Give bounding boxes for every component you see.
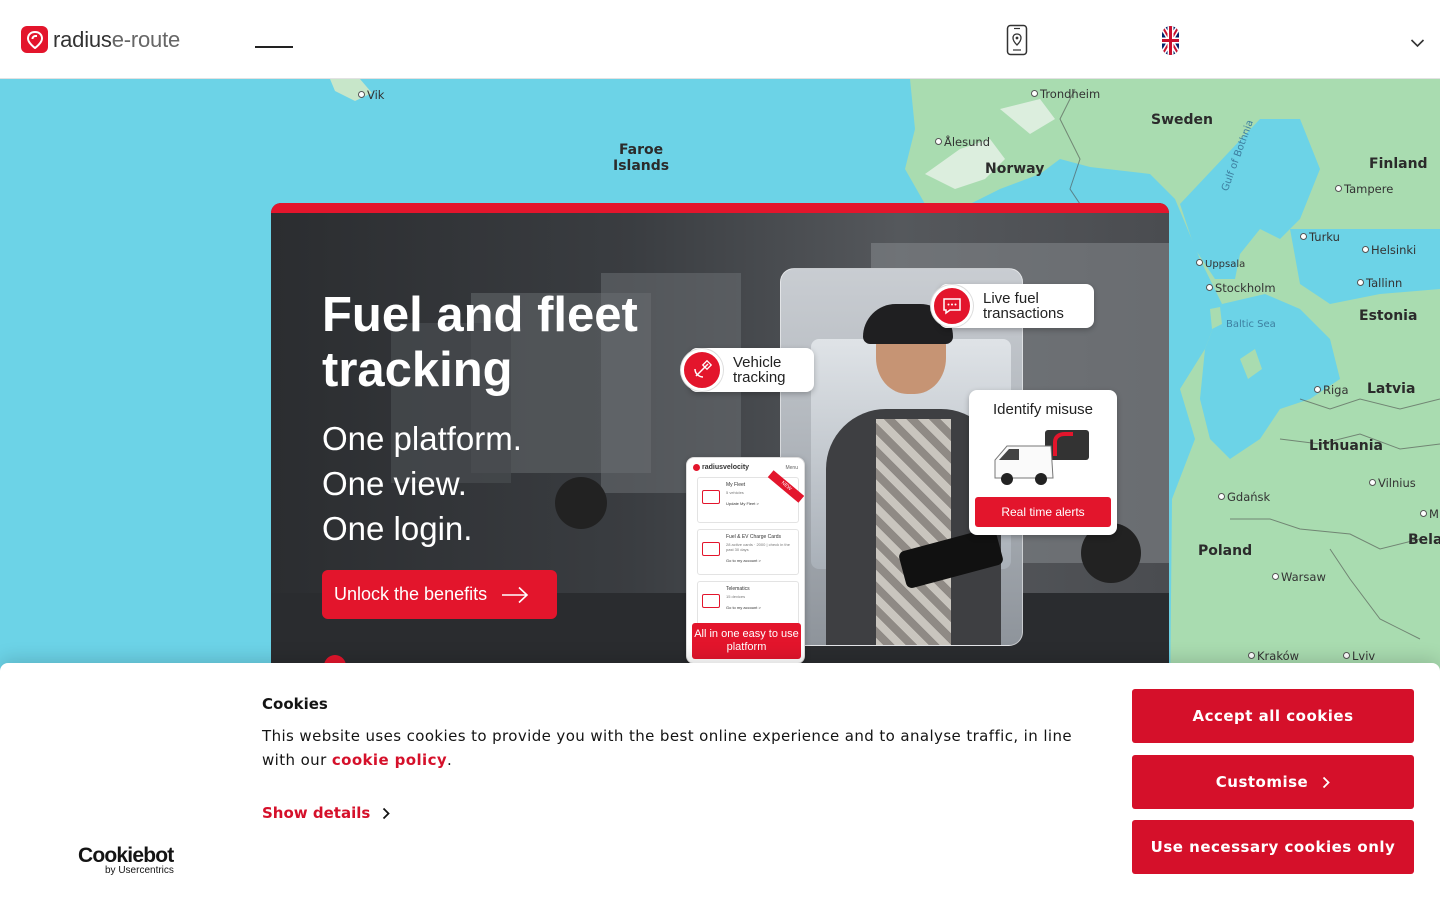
radius-logo-icon <box>693 464 700 471</box>
map-city-warsaw: Warsaw <box>1272 570 1326 584</box>
van-card-icon <box>994 430 1089 485</box>
map-city-helsinki: Helsinki <box>1362 243 1416 257</box>
accept-all-cookies-button[interactable]: Accept all cookies <box>1132 689 1414 743</box>
hero-card: Fuel and fleet tracking One platform. On… <box>271 203 1169 673</box>
map-country-belarus: Bela <box>1408 532 1440 548</box>
map-water-baltic-sea: Baltic Sea <box>1226 319 1276 330</box>
phone-location-icon[interactable] <box>1006 24 1028 60</box>
app-row-link: Go to my account > <box>726 558 761 563</box>
accept-all-label: Accept all cookies <box>1192 707 1354 725</box>
app-menu: Menu <box>785 464 798 471</box>
cookie-title: Cookies <box>262 695 328 713</box>
map-city-tallinn: Tallinn <box>1357 276 1402 290</box>
map-city-riga: Riga <box>1314 383 1349 397</box>
app-preview-card: radiusvelocity Menu My Fleet 5 vehicles … <box>686 457 805 664</box>
map-city-turku: Turku <box>1300 230 1340 244</box>
map-city-trondheim: Trondheim <box>1031 87 1100 101</box>
logo-text: radiuse-route <box>53 27 180 53</box>
hero-title: Fuel and fleet tracking <box>322 288 638 397</box>
identify-misuse-title: Identify misuse <box>992 401 1094 418</box>
map-region-islands: Islands <box>613 158 670 174</box>
necessary-cookies-button[interactable]: Use necessary cookies only <box>1132 820 1414 874</box>
map-city-lviv: Lviv <box>1343 649 1375 663</box>
show-details-label: Show details <box>262 804 371 822</box>
cookiebot-wordmark: Cookiebot <box>78 844 174 867</box>
app-row-cards: Fuel & EV Charge Cards 28 active cards ·… <box>697 529 799 575</box>
satellite-icon <box>681 349 723 391</box>
chevron-down-icon[interactable] <box>1410 33 1425 52</box>
map-city-vik: Vik <box>358 88 384 102</box>
uk-flag-icon[interactable] <box>1162 26 1179 59</box>
site-header: radiuse-route <box>0 0 1440 79</box>
customise-button[interactable]: Customise <box>1132 755 1414 809</box>
customise-label: Customise <box>1215 773 1309 791</box>
cookiebot-byline: by Usercentrics <box>105 865 174 876</box>
map-city-alesund: Ålesund <box>935 135 990 149</box>
app-row-link: Go to my account > <box>726 605 761 610</box>
cookie-text: This website uses cookies to provide you… <box>262 724 1102 772</box>
cookie-policy-link[interactable]: cookie policy <box>332 751 447 769</box>
map-city-tampere: Tampere <box>1335 182 1393 196</box>
map-city-m: M <box>1420 507 1439 521</box>
app-row-fleet: My Fleet 5 vehicles Update My Fleet > NE… <box>697 470 804 523</box>
map-country-lithuania: Lithuania <box>1309 438 1384 454</box>
app-row-telematics: Telematics 15 devices Go to my account > <box>697 581 799 627</box>
hero-subtitle-line: One login. <box>322 510 473 547</box>
arrow-right-icon <box>502 586 529 603</box>
cookie-banner: Cookiebot by Usercentrics Cookies This w… <box>0 663 1440 900</box>
app-row-title: Telematics <box>726 586 750 592</box>
hero-subtitle-line: One view. <box>322 465 467 502</box>
map-country-norway: Norway <box>985 161 1045 177</box>
real-time-alerts-button[interactable]: Real time alerts <box>975 497 1111 527</box>
hero-accent-bar <box>271 203 1169 213</box>
map-city-stockholm: Stockholm <box>1206 281 1276 295</box>
pin-logo-icon <box>21 26 48 53</box>
live-fuel-label: Live fuel transactions <box>983 290 1064 322</box>
app-cta-badge: All in one easy to use platform <box>692 623 801 659</box>
person-shirt <box>876 419 951 645</box>
map-city-gdansk: Gdańsk <box>1218 490 1270 504</box>
hero-subtitle-line: One platform. <box>322 420 522 457</box>
map-region-faroe: Faroe <box>618 142 664 158</box>
map-country-finland: Finland <box>1369 156 1428 172</box>
logo-text-radius: radius <box>53 26 112 52</box>
map-city-uppsala: Uppsala <box>1196 259 1245 270</box>
live-fuel-bubble: Live fuel transactions <box>931 284 1094 328</box>
cookie-period: . <box>447 751 453 769</box>
cookiebot-logo[interactable]: Cookiebot by Usercentrics <box>78 844 174 876</box>
nav-active-underline[interactable] <box>255 46 293 48</box>
map-country-poland: Poland <box>1198 543 1253 559</box>
vehicle-tracking-bubble: Vehicle tracking <box>681 348 814 392</box>
map-country-estonia: Estonia <box>1359 308 1418 324</box>
fuel-pump-icon <box>702 542 720 556</box>
app-topbar: radiusvelocity Menu <box>687 458 804 471</box>
hero-subtitle: One platform. One view. One login. <box>322 416 522 551</box>
chat-icon <box>931 285 973 327</box>
van-icon <box>702 594 720 608</box>
vehicle-tracking-label: Vehicle tracking <box>733 354 786 386</box>
truck-icon <box>702 490 720 504</box>
app-row-sub: 15 devices <box>726 594 746 599</box>
chevron-right-icon <box>1323 776 1331 788</box>
logo-text-eroute: e-route <box>111 26 181 52</box>
unlock-benefits-label: Unlock the benefits <box>334 584 488 604</box>
map-region-faroe-islands: Faroe Islands <box>613 142 669 174</box>
app-brand: radiusvelocity <box>702 464 750 471</box>
site-logo[interactable]: radiuse-route <box>21 26 180 53</box>
identify-misuse-card: Identify misuse Real time alerts <box>969 390 1117 535</box>
app-row-title: Fuel & EV Charge Cards <box>726 534 782 540</box>
map-city-vilnius: Vilnius <box>1369 476 1416 490</box>
show-details-link[interactable]: Show details <box>262 804 391 822</box>
app-row-link: Update My Fleet > <box>726 501 759 506</box>
map-country-latvia: Latvia <box>1367 381 1416 397</box>
map-country-sweden: Sweden <box>1151 112 1213 128</box>
unlock-benefits-button[interactable]: Unlock the benefits <box>322 570 557 619</box>
app-row-sub: 28 active cards · 2000 | check in the pa… <box>726 542 790 552</box>
necessary-only-label: Use necessary cookies only <box>1150 838 1396 856</box>
map-city-krakow: Kraków <box>1248 649 1299 663</box>
chevron-right-icon <box>383 807 391 819</box>
